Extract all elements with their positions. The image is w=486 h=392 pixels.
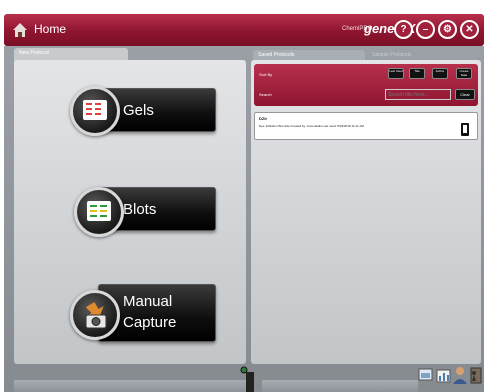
clear-button[interactable]: Clear: [455, 89, 475, 100]
protocol-meta: Dye: Ethidium Bromide Created by: Armoud…: [259, 124, 364, 128]
tab-saved-protocols-label: Saved Protocols: [258, 52, 295, 58]
camera-icon: [70, 290, 120, 340]
help-icon: ?: [400, 24, 407, 35]
search-label: Search: [259, 92, 272, 97]
blot-icon: [74, 187, 124, 237]
manual-capture-label-line1: Manual: [123, 293, 173, 310]
minimize-icon: –: [422, 24, 429, 35]
protocol-name: DZIr: [259, 116, 267, 121]
sort-create-date-label: Create Date: [459, 69, 469, 77]
tab-new-protocol-label: New Protocol: [19, 50, 49, 56]
exit-icon[interactable]: [467, 366, 483, 384]
clear-button-label: Clear: [460, 92, 470, 97]
protocol-list-item[interactable]: DZIr Dye: Ethidium Bromide Created by: A…: [254, 112, 478, 140]
gel-icon: [70, 86, 120, 136]
settings-button[interactable]: ⚙: [438, 20, 457, 39]
analysis-icon[interactable]: [436, 366, 452, 384]
search-input[interactable]: [385, 89, 451, 100]
sort-author-button[interactable]: Author: [432, 68, 448, 79]
image-viewer-icon[interactable]: [418, 366, 434, 384]
sort-create-date-button[interactable]: Create Date: [456, 68, 472, 79]
right-bottom-bar: [262, 380, 418, 392]
close-icon: ✕: [465, 24, 474, 35]
minimize-button[interactable]: –: [416, 20, 435, 39]
title-bar: Home ChemiPRO genePIX ? – ⚙ ✕: [4, 14, 484, 46]
gear-icon: ⚙: [443, 24, 452, 35]
sort-last-used-button[interactable]: Last Used: [388, 68, 404, 79]
tab-sample-protocols-label: Sample Protocols: [372, 52, 412, 58]
sort-last-used-label: Last Used: [389, 69, 403, 73]
blots-label: Blots: [123, 201, 157, 218]
help-button[interactable]: ?: [394, 20, 413, 39]
close-button[interactable]: ✕: [460, 20, 479, 39]
gels-label: Gels: [123, 102, 154, 119]
trash-icon[interactable]: [461, 123, 469, 136]
sort-by-label: Sort By: [259, 72, 273, 77]
user-icon[interactable]: [452, 366, 468, 384]
sort-title-label: Title: [414, 69, 420, 73]
home-icon[interactable]: [12, 22, 28, 38]
sort-author-label: Author: [435, 69, 445, 73]
manual-capture-label-line2: Capture: [123, 314, 177, 331]
left-bottom-bar: [14, 380, 246, 392]
home-label[interactable]: Home: [34, 22, 66, 36]
sort-title-button[interactable]: Title: [409, 68, 425, 79]
divider-handle-icon[interactable]: [236, 366, 258, 392]
